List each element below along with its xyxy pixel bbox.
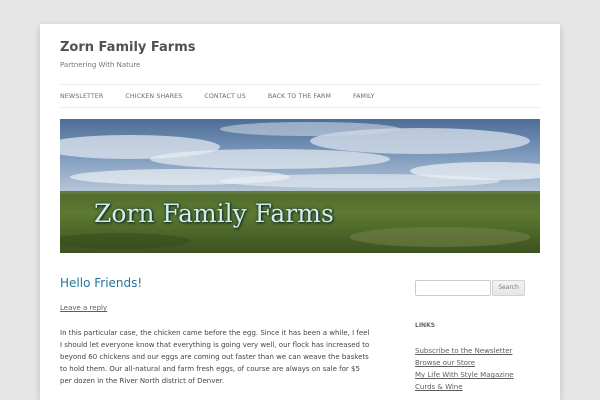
site-description: Partnering With Nature: [60, 61, 141, 69]
link-browse-store[interactable]: Browse our Store: [415, 357, 514, 369]
nav-item-family[interactable]: FAMILY: [353, 93, 375, 100]
search-button[interactable]: Search: [492, 280, 525, 296]
nav-item-chicken-shares[interactable]: CHICKEN SHARES: [125, 93, 182, 100]
link-curds-and-wine[interactable]: Curds & Wine: [415, 381, 514, 393]
nav-item-newsletter[interactable]: NEWSLETTER: [60, 93, 103, 100]
main-content: Hello Friends! Leave a reply In this par…: [60, 276, 372, 385]
header-image[interactable]: Zorn Family Farms: [60, 119, 540, 253]
main-navigation: NEWSLETTER CHICKEN SHARES CONTACT US BAC…: [60, 84, 540, 108]
search-input[interactable]: [415, 280, 491, 296]
nav-item-contact-us[interactable]: CONTACT US: [204, 93, 245, 100]
site-title[interactable]: Zorn Family Farms: [60, 40, 195, 55]
leave-reply-link[interactable]: Leave a reply: [60, 304, 107, 312]
prairie-landscape-image: [60, 119, 540, 253]
link-subscribe-newsletter[interactable]: Subscribe to the Newsletter: [415, 345, 514, 357]
links-widget-title: LINKS: [415, 322, 436, 329]
nav-item-back-to-the-farm[interactable]: BACK TO THE FARM: [268, 93, 331, 100]
post-paragraph: In this particular case, the chicken cam…: [60, 329, 370, 385]
header-image-title: Zorn Family Farms: [94, 199, 334, 228]
links-list: Subscribe to the Newsletter Browse our S…: [415, 345, 514, 393]
link-my-life-with-style[interactable]: My Life With Style Magazine: [415, 369, 514, 381]
post-title[interactable]: Hello Friends!: [60, 276, 372, 290]
post-body: In this particular case, the chicken cam…: [60, 327, 372, 393]
page-container: Zorn Family Farms Partnering With Nature…: [40, 24, 560, 400]
